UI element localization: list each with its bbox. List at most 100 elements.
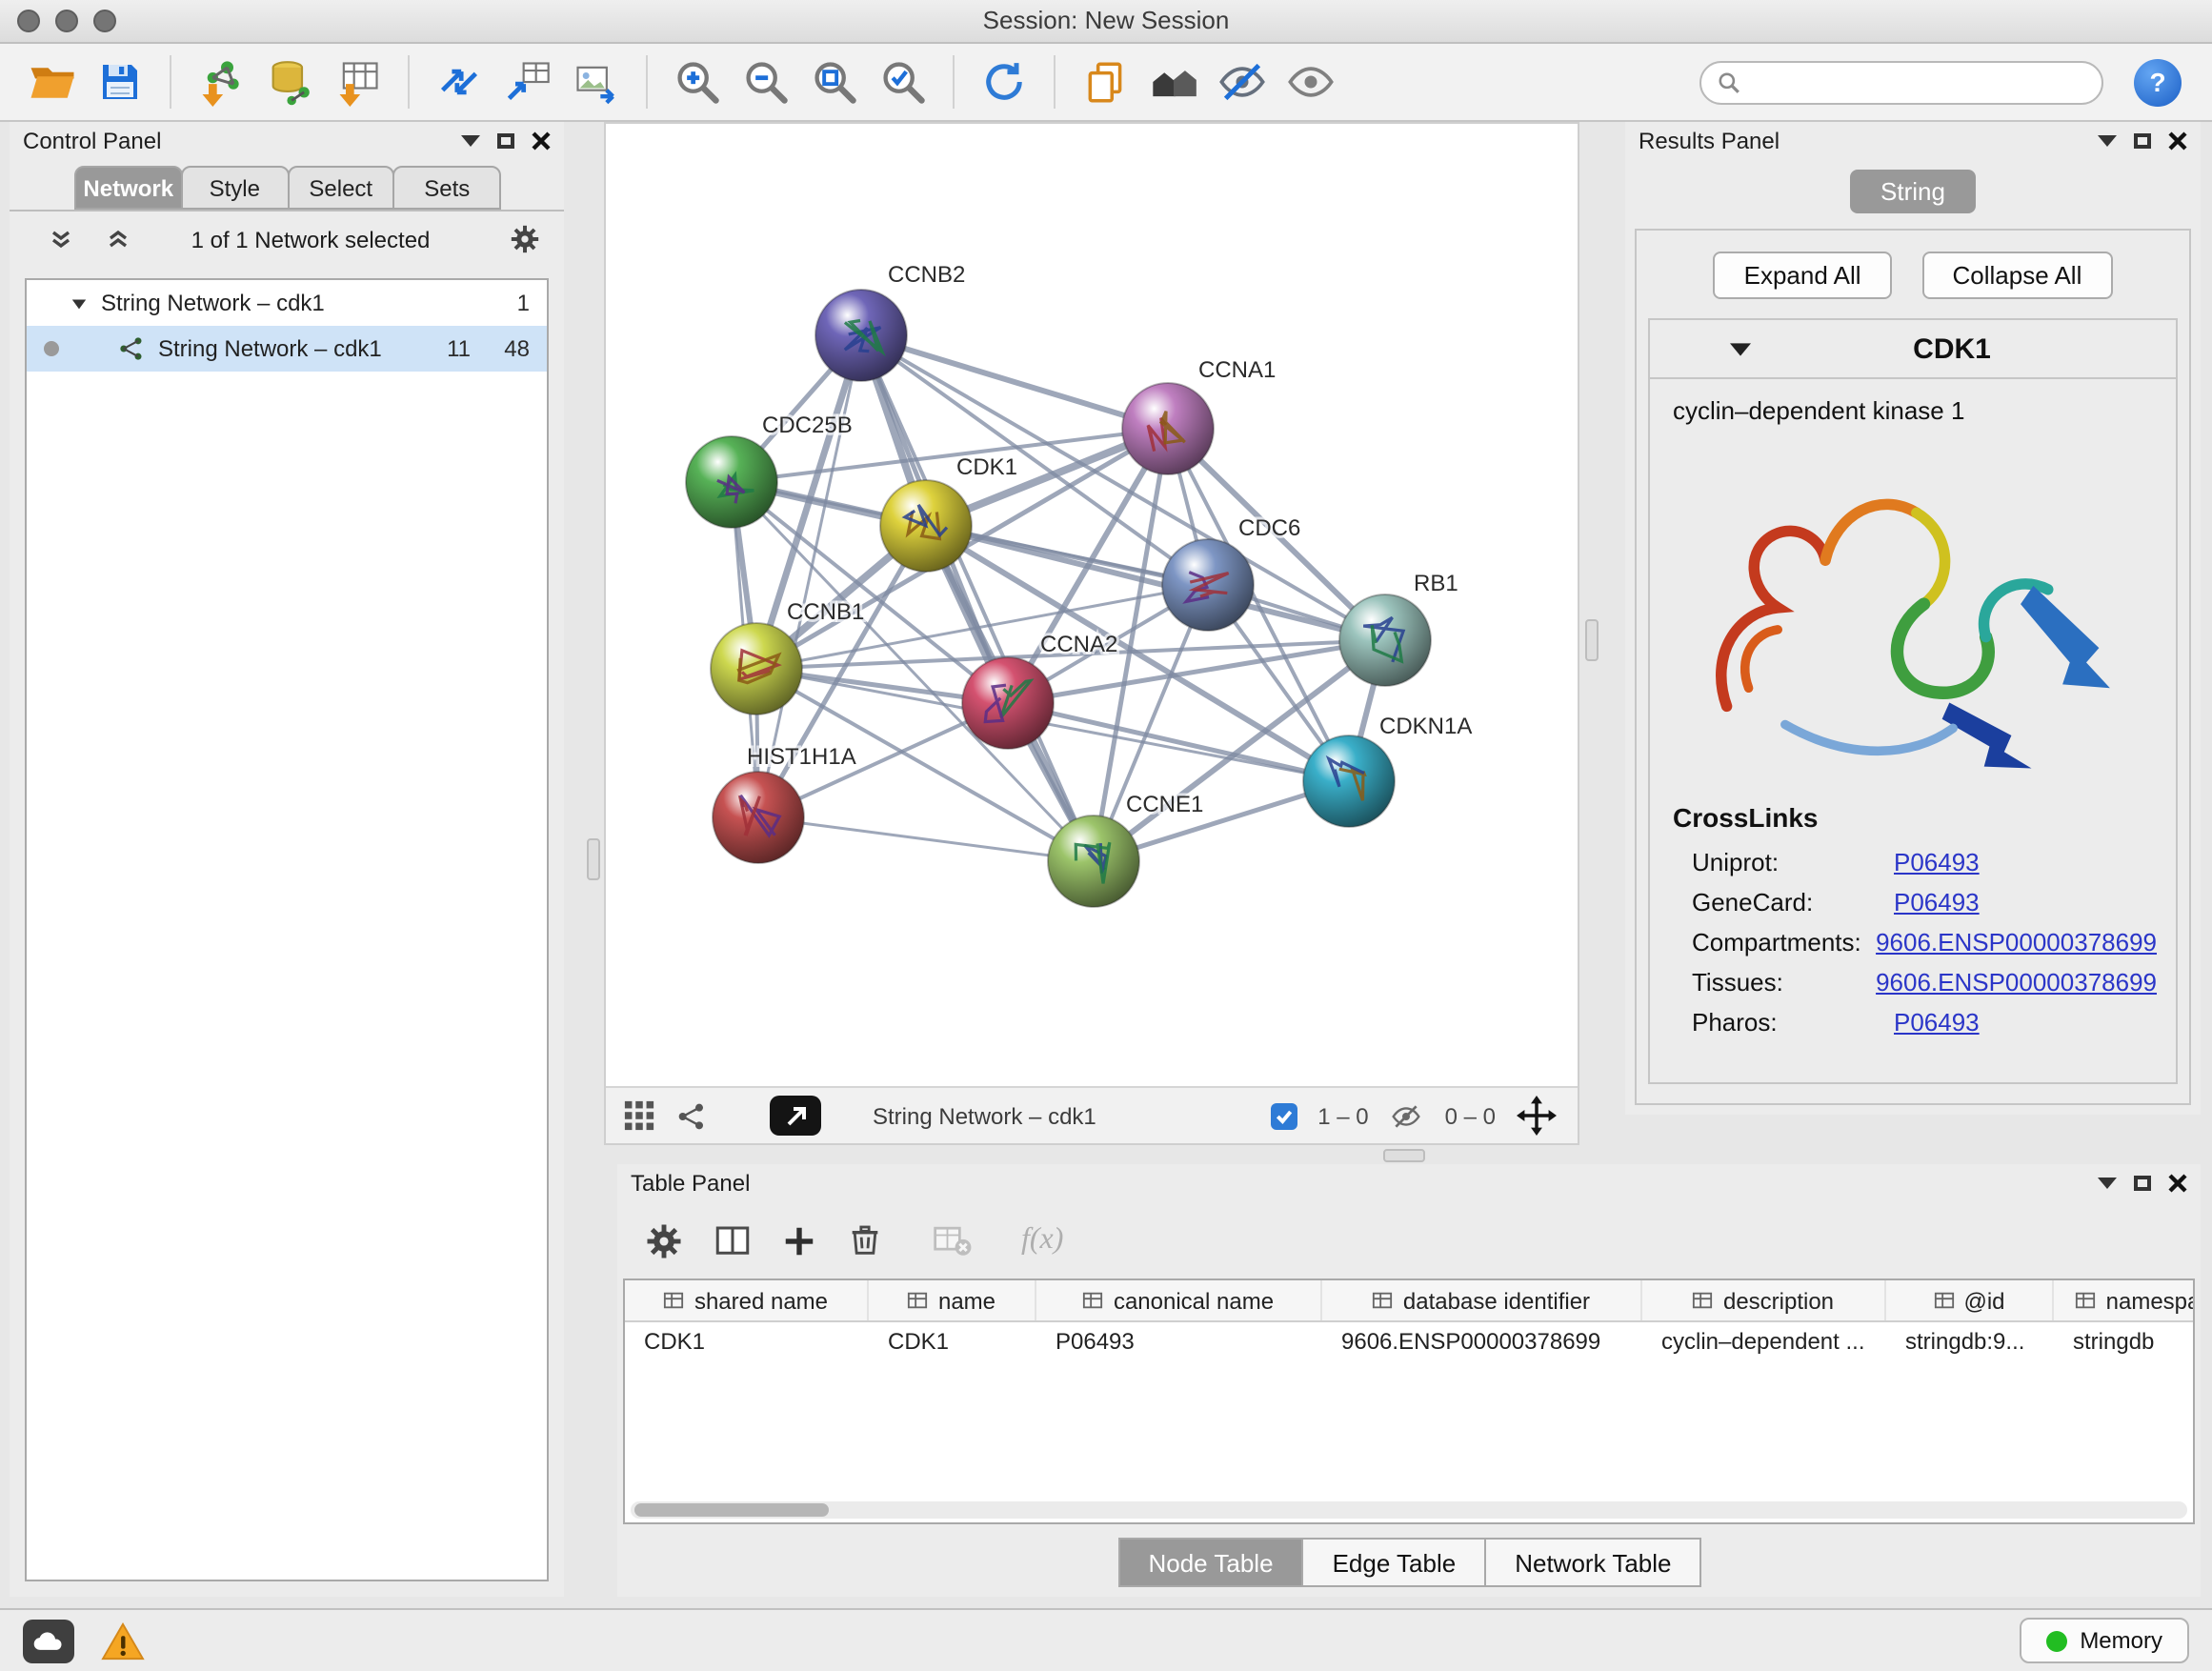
edge-CCNB2-CCNA1[interactable] bbox=[861, 335, 1168, 429]
node-RB1[interactable] bbox=[1339, 594, 1431, 686]
collapse-all-button[interactable]: Collapse All bbox=[1922, 252, 2113, 299]
network-from-table-button[interactable] bbox=[495, 51, 560, 112]
crosslink-link[interactable]: P06493 bbox=[1894, 848, 1980, 876]
protein-section-header[interactable]: CDK1 bbox=[1650, 320, 2176, 379]
toolbar-search[interactable] bbox=[1699, 60, 2103, 104]
panel-menu-button[interactable] bbox=[2098, 133, 2117, 149]
node-CCNB1[interactable] bbox=[711, 623, 802, 715]
show-hidden-button[interactable] bbox=[1278, 51, 1343, 112]
zoom-selected-button[interactable] bbox=[871, 51, 935, 112]
hide-selected-button[interactable] bbox=[1210, 51, 1275, 112]
node-HIST1H1A[interactable] bbox=[713, 772, 804, 863]
copy-button[interactable] bbox=[1073, 51, 1137, 112]
delete-table-button[interactable] bbox=[932, 1219, 974, 1261]
close-panel-button[interactable] bbox=[532, 131, 551, 151]
import-table-button[interactable] bbox=[326, 51, 391, 112]
network-options-button[interactable] bbox=[509, 223, 541, 255]
open-session-button[interactable] bbox=[19, 51, 84, 112]
crosslink-link[interactable]: P06493 bbox=[1894, 1008, 1980, 1037]
node-CCNA2[interactable] bbox=[962, 657, 1054, 749]
bottom-splitter-handle[interactable] bbox=[1383, 1149, 1425, 1162]
zoom-in-button[interactable] bbox=[665, 51, 730, 112]
table-cell[interactable]: 9606.ENSP00000378699 bbox=[1322, 1322, 1642, 1364]
home-button[interactable] bbox=[1141, 51, 1206, 112]
delete-column-button[interactable] bbox=[846, 1221, 884, 1259]
zoom-window-button[interactable] bbox=[93, 10, 116, 32]
crosslink-link[interactable]: P06493 bbox=[1894, 888, 1980, 916]
table-cell[interactable]: CDK1 bbox=[869, 1322, 1036, 1364]
edge-CCNA2-CDKN1A[interactable] bbox=[1008, 703, 1349, 781]
import-network-file-button[interactable] bbox=[189, 51, 253, 112]
tab-string[interactable]: String bbox=[1850, 170, 1976, 213]
show-columns-button[interactable] bbox=[713, 1220, 753, 1260]
close-window-button[interactable] bbox=[17, 10, 40, 32]
close-panel-button[interactable] bbox=[2168, 1174, 2187, 1193]
column-header-name[interactable]: name bbox=[869, 1280, 1036, 1320]
column-header-shared-name[interactable]: shared name bbox=[625, 1280, 869, 1320]
tab-network[interactable]: Network bbox=[74, 166, 183, 210]
minimize-window-button[interactable] bbox=[55, 10, 78, 32]
column-header-namespac[interactable]: namespac bbox=[2054, 1280, 2195, 1320]
table-cell[interactable]: stringdb bbox=[2054, 1322, 2195, 1364]
tab-node-table[interactable]: Node Table bbox=[1117, 1538, 1303, 1587]
float-panel-button[interactable] bbox=[497, 133, 514, 149]
node-CDC6[interactable] bbox=[1162, 539, 1254, 631]
table-cell[interactable]: CDK1 bbox=[625, 1322, 869, 1364]
table-cell[interactable]: P06493 bbox=[1036, 1322, 1322, 1364]
horizontal-scrollbar[interactable] bbox=[631, 1501, 2187, 1519]
birdseye-view-button[interactable] bbox=[623, 1099, 655, 1132]
panel-menu-button[interactable] bbox=[461, 133, 480, 149]
help-button[interactable]: ? bbox=[2134, 58, 2182, 106]
panel-menu-button[interactable] bbox=[2098, 1176, 2117, 1191]
table-cell[interactable]: cyclin–dependent ... bbox=[1642, 1322, 1886, 1364]
network-type-button[interactable] bbox=[676, 1100, 707, 1131]
warnings-button[interactable] bbox=[101, 1621, 145, 1661]
node-CDKN1A[interactable] bbox=[1303, 735, 1395, 827]
edge-CCNB2-CCNE1[interactable] bbox=[861, 335, 1094, 861]
tree-root-row[interactable]: String Network – cdk1 1 bbox=[27, 280, 547, 326]
selected-checkbox-icon[interactable] bbox=[1270, 1102, 1297, 1129]
crosslink-link[interactable]: 9606.ENSP00000378699 bbox=[1876, 928, 2157, 956]
import-network-database-button[interactable] bbox=[257, 51, 322, 112]
zoom-out-button[interactable] bbox=[734, 51, 798, 112]
right-splitter-handle[interactable] bbox=[1585, 619, 1599, 661]
tab-network-table[interactable]: Network Table bbox=[1484, 1538, 1701, 1587]
tab-style[interactable]: Style bbox=[181, 166, 290, 210]
save-session-button[interactable] bbox=[88, 51, 152, 112]
column-header-canonical-name[interactable]: canonical name bbox=[1036, 1280, 1322, 1320]
column-header-description[interactable]: description bbox=[1642, 1280, 1886, 1320]
close-panel-button[interactable] bbox=[2168, 131, 2187, 151]
create-column-button[interactable] bbox=[781, 1222, 817, 1258]
crosslink-link[interactable]: 9606.ENSP00000378699 bbox=[1876, 968, 2157, 997]
tab-sets[interactable]: Sets bbox=[393, 166, 502, 210]
cloud-status-button[interactable] bbox=[23, 1619, 74, 1662]
open-in-browser-button[interactable] bbox=[770, 1096, 821, 1136]
table-row[interactable]: CDK1CDK1P064939606.ENSP00000378699cyclin… bbox=[625, 1322, 2193, 1364]
tab-edge-table[interactable]: Edge Table bbox=[1302, 1538, 1487, 1587]
column-header--id[interactable]: @id bbox=[1886, 1280, 2054, 1320]
search-input[interactable] bbox=[1751, 69, 2086, 95]
network-canvas[interactable]: CCNB2CCNA1CDC25BCDK1CDC6RB1CCNB1CCNA2CDK… bbox=[606, 124, 1578, 1086]
table-cell[interactable]: stringdb:9... bbox=[1886, 1322, 2054, 1364]
export-image-button[interactable] bbox=[564, 51, 629, 112]
function-builder-button[interactable]: f(x) bbox=[1021, 1223, 1063, 1258]
column-header-database-identifier[interactable]: database identifier bbox=[1322, 1280, 1642, 1320]
scrollbar-thumb[interactable] bbox=[634, 1503, 829, 1517]
pan-mode-button[interactable] bbox=[1517, 1096, 1557, 1136]
float-panel-button[interactable] bbox=[2134, 1176, 2151, 1191]
tab-select[interactable]: Select bbox=[287, 166, 395, 210]
memory-button[interactable]: Memory bbox=[2019, 1618, 2189, 1663]
new-network-button[interactable] bbox=[427, 51, 492, 112]
table-options-button[interactable] bbox=[644, 1220, 684, 1260]
left-splitter-handle[interactable] bbox=[587, 838, 600, 880]
float-panel-button[interactable] bbox=[2134, 133, 2151, 149]
expand-all-tree-button[interactable] bbox=[50, 228, 72, 251]
node-CCNE1[interactable] bbox=[1048, 815, 1139, 907]
expand-all-button[interactable]: Expand All bbox=[1714, 252, 1892, 299]
zoom-fit-button[interactable] bbox=[802, 51, 867, 112]
edge-HIST1H1A-CCNE1[interactable] bbox=[758, 817, 1094, 861]
edge-CDK1-RB1[interactable] bbox=[926, 526, 1385, 640]
refresh-button[interactable] bbox=[972, 51, 1036, 112]
tree-network-row[interactable]: String Network – cdk1 11 48 bbox=[27, 326, 547, 372]
collapse-all-tree-button[interactable] bbox=[107, 228, 130, 251]
